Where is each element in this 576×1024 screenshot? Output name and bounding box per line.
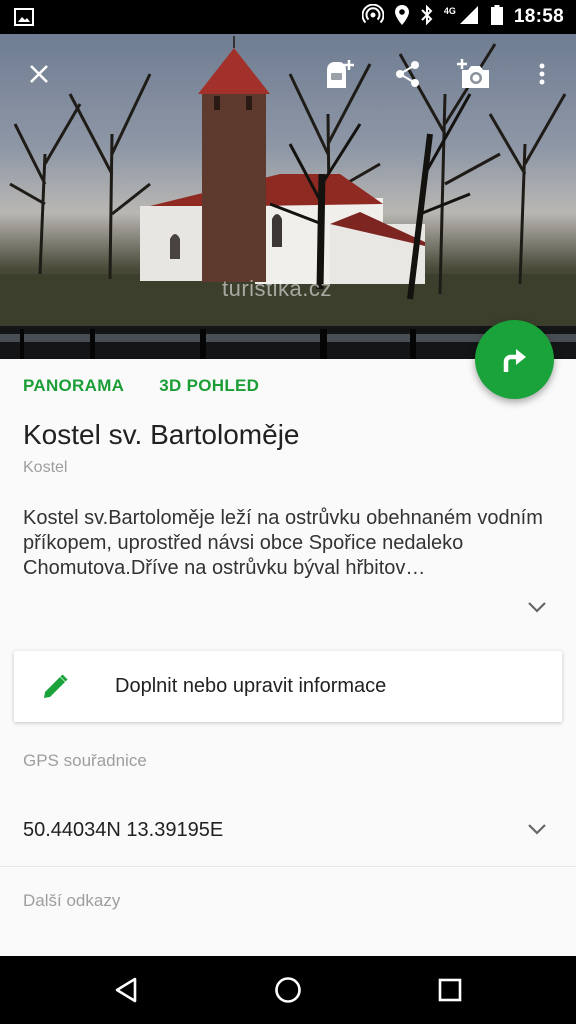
back-button[interactable]: [112, 976, 140, 1004]
back-triangle-icon: [115, 977, 137, 1003]
add-photo-icon: [457, 59, 489, 88]
battery-icon: [490, 4, 504, 31]
tab-panorama[interactable]: PANORAMA: [23, 376, 124, 396]
pencil-icon: [41, 673, 69, 706]
status-bar: 4G 18:58: [0, 0, 576, 34]
share-icon: [396, 61, 419, 87]
navigate-button[interactable]: [475, 320, 554, 399]
place-description: Kostel sv.Bartoloměje leží na ostrůvku o…: [23, 507, 543, 579]
place-category: Kostel: [23, 459, 68, 476]
chevron-down-icon: [528, 602, 546, 613]
watermark: turistika.cz: [222, 276, 332, 301]
clock: 18:58: [513, 6, 564, 27]
bluetooth-icon: [420, 4, 434, 31]
add-to-backpack-button[interactable]: [320, 54, 360, 94]
more-icon: [539, 63, 545, 85]
recents-button[interactable]: [436, 976, 464, 1004]
expand-description-button[interactable]: [527, 600, 547, 619]
view-tabs: PANORAMA 3D POHLED: [23, 376, 259, 396]
tab-3d-view[interactable]: 3D POHLED: [159, 376, 259, 396]
add-to-backpack-icon: [327, 60, 354, 88]
links-section-label: Další odkazy: [23, 891, 121, 910]
expand-gps-button[interactable]: [527, 822, 547, 841]
more-options-button[interactable]: [522, 54, 562, 94]
place-title: Kostel sv. Bartoloměje: [23, 419, 300, 450]
recents-square-icon: [438, 978, 462, 1002]
system-navigation-bar: [0, 956, 576, 1024]
edit-info-button[interactable]: Doplnit nebo upravit informace: [14, 651, 562, 722]
location-icon: [394, 4, 410, 31]
close-button[interactable]: [19, 54, 59, 94]
add-photo-button[interactable]: [454, 54, 494, 94]
close-icon: [30, 65, 48, 83]
gps-section-label: GPS souřadnice: [23, 751, 147, 770]
signal-icon: [458, 4, 480, 31]
share-button[interactable]: [388, 54, 428, 94]
home-circle-icon: [275, 977, 301, 1003]
home-button[interactable]: [274, 976, 302, 1004]
directions-icon: [503, 348, 526, 372]
divider: [0, 866, 576, 867]
hero-photo: turistika.cz: [0, 34, 576, 359]
network-type-label: 4G: [443, 6, 456, 16]
image-icon: [14, 7, 34, 32]
hotspot-icon: [361, 3, 385, 31]
gps-coordinates: 50.44034N 13.39195E: [23, 819, 224, 841]
edit-info-label: Doplnit nebo upravit informace: [115, 675, 387, 697]
chevron-down-icon: [528, 824, 546, 835]
